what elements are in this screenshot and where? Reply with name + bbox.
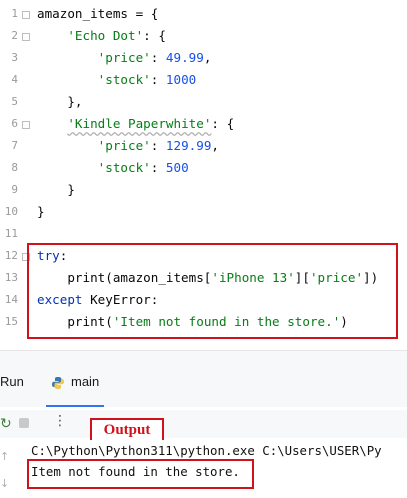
code-token: 129.99 xyxy=(165,138,212,153)
code-token: : { xyxy=(143,28,166,43)
line-number: 11 xyxy=(4,227,18,240)
code-editor[interactable]: 1 2 3 4 5 6 7 8 9 10 11 12 13 14 15 amazon_items = { '… xyxy=(0,0,407,340)
output-highlight-box xyxy=(27,459,254,489)
fold-marker-icon[interactable] xyxy=(22,11,30,19)
code-token: 'price' xyxy=(97,50,151,65)
console-command-line: C:\Python\Python311\python.exe C:\Users\… xyxy=(31,443,382,458)
code-token: }, xyxy=(37,94,83,109)
code-line: 'Echo Dot': { xyxy=(37,25,166,47)
code-token: 'price' xyxy=(97,138,151,153)
line-number: 13 xyxy=(4,271,18,284)
line-number: 12 xyxy=(4,249,18,262)
code-token: : xyxy=(150,72,166,87)
code-line: amazon_items = { xyxy=(37,3,158,25)
code-line: } xyxy=(37,179,75,201)
line-number: 10 xyxy=(4,205,18,218)
python-icon xyxy=(52,377,64,389)
code-token: : xyxy=(150,138,166,153)
line-number: 6 xyxy=(11,117,18,130)
output-annotation-badge: Output xyxy=(90,418,164,442)
try-except-highlight-box xyxy=(27,243,398,339)
code-line: 'price': 49.99, xyxy=(37,47,212,69)
line-number: 5 xyxy=(11,95,18,108)
line-number: 1 xyxy=(11,7,18,20)
more-options-icon[interactable]: ⋮ xyxy=(53,413,67,429)
line-number-gutter: 1 2 3 4 5 6 7 8 9 10 11 12 13 14 15 xyxy=(0,0,26,340)
code-token: : xyxy=(150,160,166,175)
code-line: } xyxy=(37,201,45,223)
scroll-up-icon[interactable]: ↑ xyxy=(0,450,9,463)
code-token: 49.99 xyxy=(165,50,204,65)
line-number: 15 xyxy=(4,315,18,328)
stop-icon[interactable] xyxy=(19,418,29,428)
run-tool-window-label[interactable]: Run xyxy=(0,374,24,389)
fold-marker-icon[interactable] xyxy=(22,33,30,41)
code-line: 'Kindle Paperwhite': { xyxy=(37,113,234,135)
code-line: 'stock': 500 xyxy=(37,157,189,179)
line-number: 3 xyxy=(11,51,18,64)
code-token: } xyxy=(37,204,45,219)
active-tab-indicator xyxy=(46,405,104,407)
code-token: 'Echo Dot' xyxy=(67,28,144,43)
line-number: 14 xyxy=(4,293,18,306)
code-token: amazon_items = { xyxy=(37,6,159,21)
code-token: 'stock' xyxy=(97,72,151,87)
line-number: 8 xyxy=(11,161,18,174)
code-token: : { xyxy=(211,116,235,131)
rerun-icon[interactable]: ↻ xyxy=(0,416,12,432)
line-number: 4 xyxy=(11,73,18,86)
code-token: : xyxy=(150,50,166,65)
code-line: 'stock': 1000 xyxy=(37,69,197,91)
code-token: } xyxy=(37,182,75,197)
scroll-down-icon[interactable]: ↓ xyxy=(0,477,9,490)
code-token: , xyxy=(211,138,220,153)
fold-marker-icon[interactable] xyxy=(22,121,30,129)
line-number: 9 xyxy=(11,183,18,196)
line-number: 2 xyxy=(11,29,18,42)
tab-main[interactable]: main xyxy=(71,374,99,389)
code-token: 1000 xyxy=(165,72,197,87)
code-token: 500 xyxy=(165,160,189,175)
code-line: 'price': 129.99, xyxy=(37,135,219,157)
code-token: , xyxy=(203,50,212,65)
code-line: }, xyxy=(37,91,83,113)
code-token: 'stock' xyxy=(97,160,151,175)
code-token: 'Kindle Paperwhite' xyxy=(67,116,212,131)
line-number: 7 xyxy=(11,139,18,152)
